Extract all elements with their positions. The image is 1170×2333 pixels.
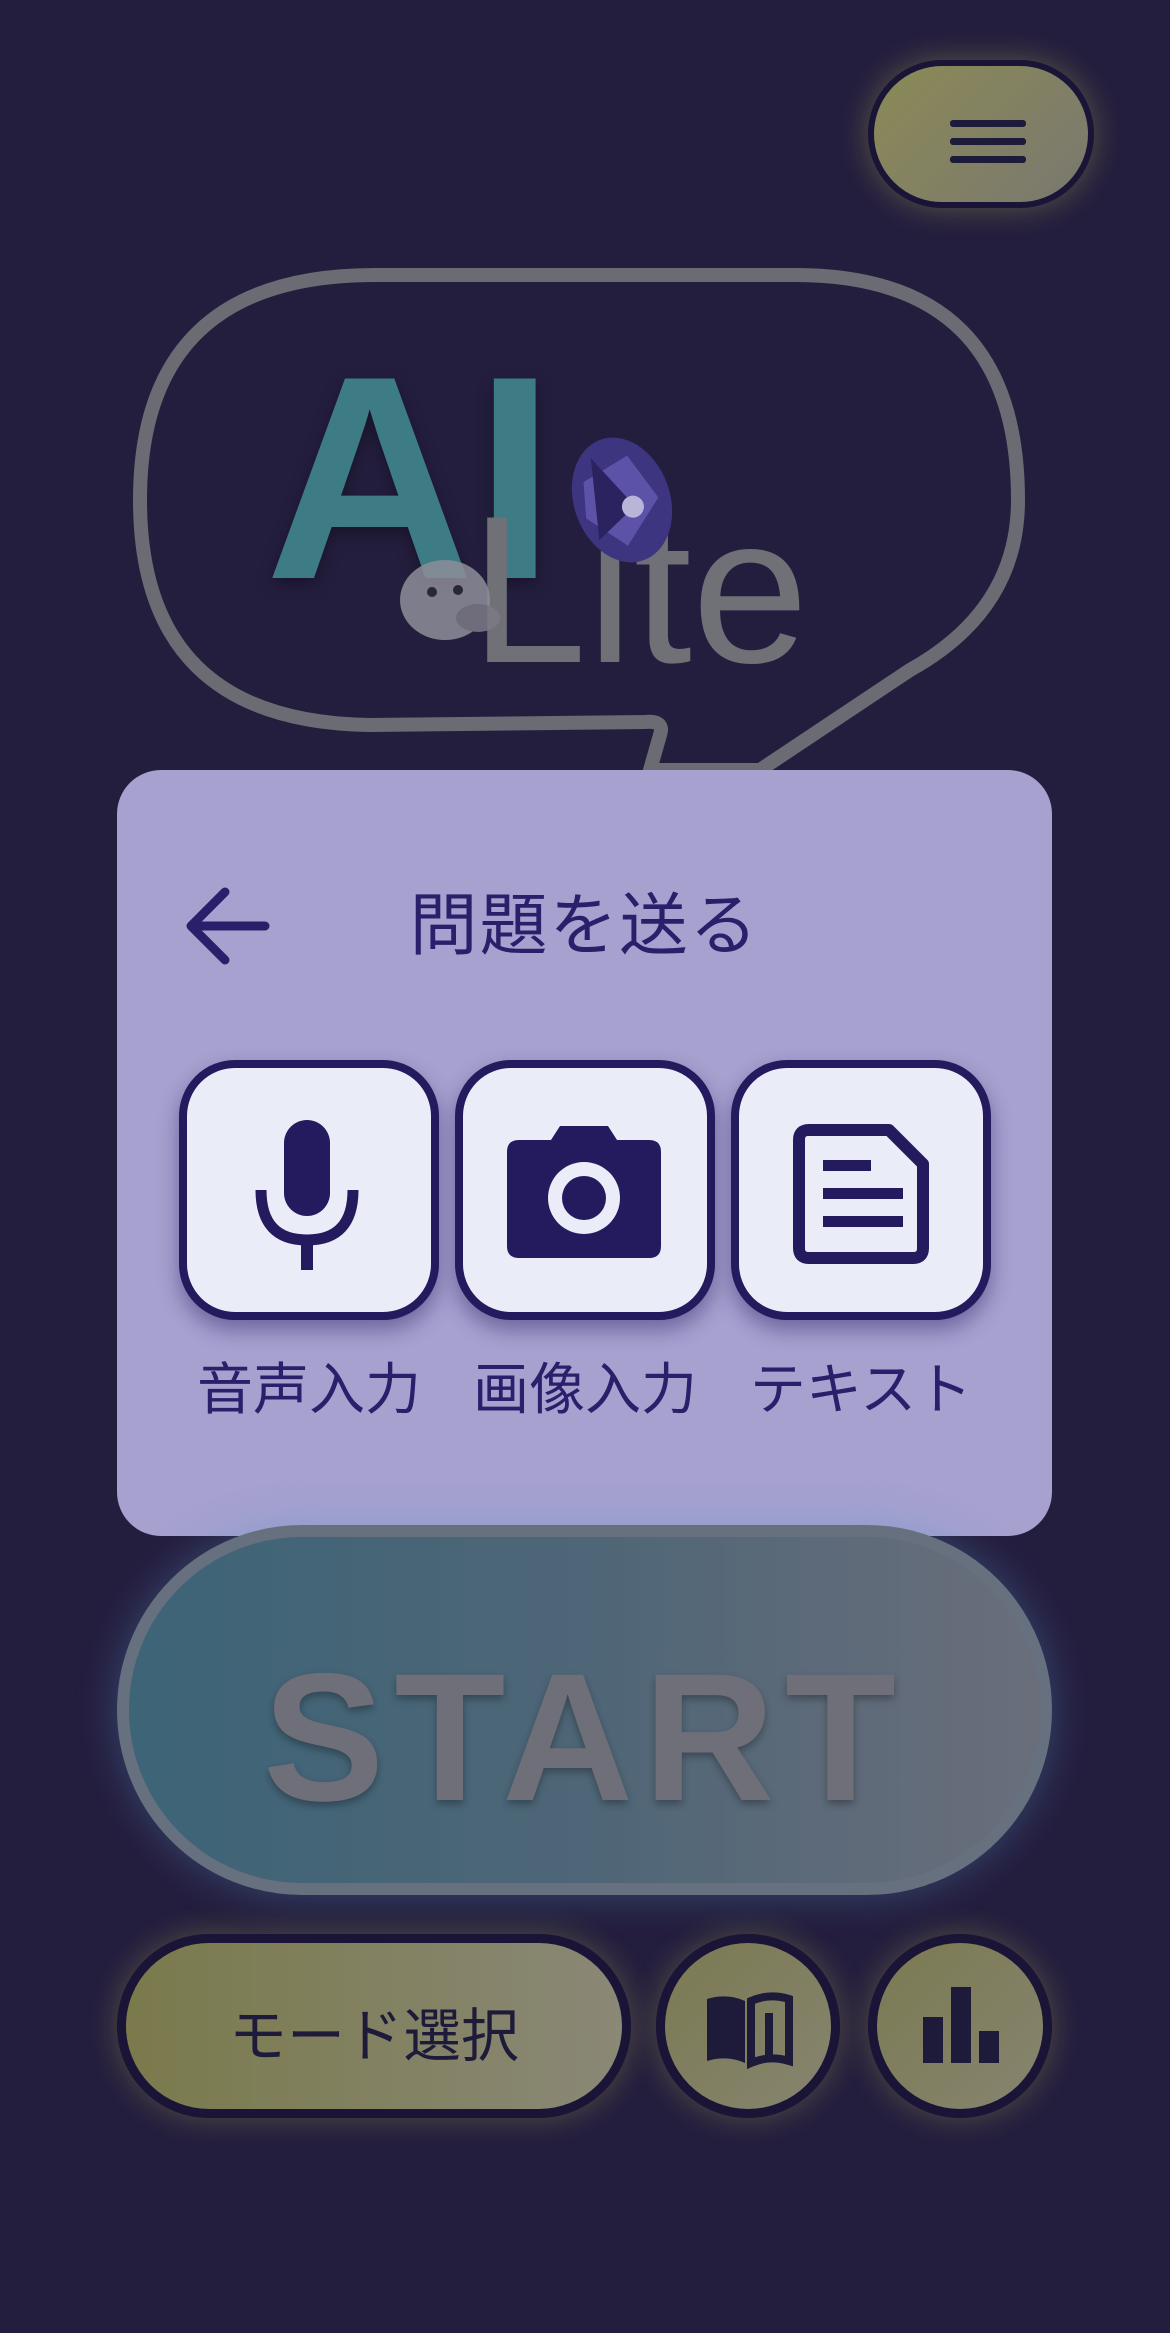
- mode-select-button[interactable]: モード選択: [117, 1934, 631, 2118]
- stats-button[interactable]: [868, 1934, 1052, 2118]
- dialog-title: 問題を送る: [409, 887, 760, 966]
- text-input-label: テキスト: [749, 1358, 973, 1423]
- bar-chart-icon: [923, 1987, 999, 2063]
- document-icon: [793, 1124, 929, 1264]
- app-logo: AI Lite: [133, 268, 1025, 777]
- microphone-icon: [255, 1120, 359, 1270]
- send-question-dialog: 問題を送る 音声入力 画像入力 テキスト: [117, 770, 1052, 1536]
- mode-select-label: モード選択: [228, 2002, 519, 2070]
- image-input-label: 画像入力: [473, 1358, 697, 1423]
- book-icon: [707, 1992, 793, 2070]
- start-button[interactable]: START: [117, 1525, 1052, 1895]
- voice-input-label: 音声入力: [197, 1358, 421, 1423]
- voice-input-button[interactable]: [179, 1060, 439, 1320]
- camera-icon: [507, 1126, 661, 1258]
- image-input-button[interactable]: [455, 1060, 715, 1320]
- book-button[interactable]: [656, 1934, 840, 2118]
- app-screen: AI Lite 問題を送る 音声入力 画像入力 テキスト START モード選択: [0, 0, 1170, 2333]
- start-label: START: [262, 1635, 907, 1839]
- text-input-button[interactable]: [731, 1060, 991, 1320]
